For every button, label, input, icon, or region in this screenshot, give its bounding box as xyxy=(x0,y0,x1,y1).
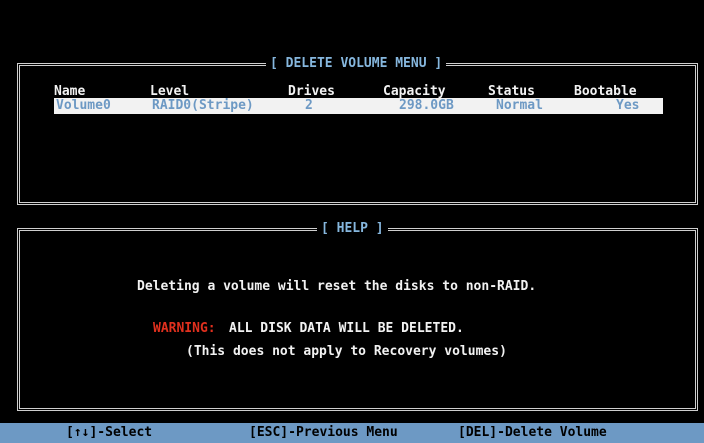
column-header-bootable: Bootable xyxy=(574,84,637,99)
previous-menu-key-hint: [ESC]-Previous Menu xyxy=(249,425,398,440)
help-title: [ HELP ] xyxy=(317,222,388,236)
warning-label: WARNING: xyxy=(153,321,216,336)
help-delete-info: Deleting a volume will reset the disks t… xyxy=(137,279,537,294)
column-header-name: Name xyxy=(54,84,86,99)
column-header-capacity: Capacity xyxy=(383,84,446,99)
help-panel xyxy=(17,228,698,411)
volume-level-cell: RAID0(Stripe) xyxy=(152,98,254,113)
volume-menu-title: [ DELETE VOLUME MENU ] xyxy=(266,57,447,71)
column-header-status: Status xyxy=(488,84,535,99)
volume-name-cell: Volume0 xyxy=(56,98,111,113)
column-header-level: Level xyxy=(150,84,190,99)
volume-capacity-cell: 298.0GB xyxy=(399,98,454,113)
volume-drives-cell: 2 xyxy=(305,98,313,113)
column-header-drives: Drives xyxy=(288,84,335,99)
recovery-note: (This does not apply to Recovery volumes… xyxy=(186,344,507,359)
footer-key-bar: [↑↓]-Select [ESC]-Previous Menu [DEL]-De… xyxy=(0,423,704,443)
select-key-hint: [↑↓]-Select xyxy=(66,425,153,440)
warning-text: ALL DISK DATA WILL BE DELETED. xyxy=(229,321,464,336)
volume-row-selected[interactable]: Volume0 RAID0(Stripe) 2 298.0GB Normal Y… xyxy=(54,98,663,114)
volume-bootable-cell: Yes xyxy=(616,98,640,113)
delete-volume-key-hint: [DEL]-Delete Volume xyxy=(458,425,607,440)
volume-status-cell: Normal xyxy=(496,98,543,113)
